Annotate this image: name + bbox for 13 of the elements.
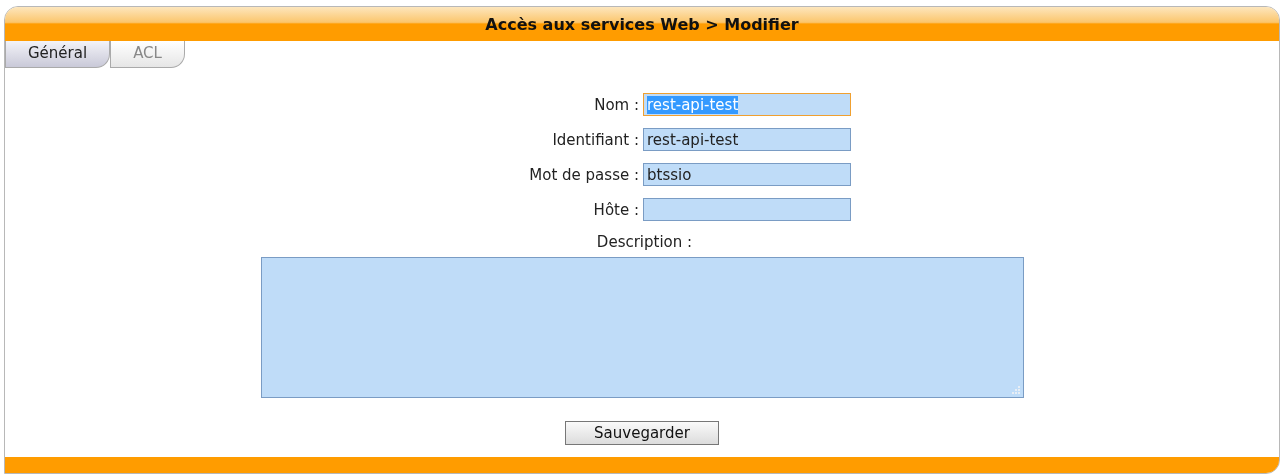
field-label: Hôte : [592, 200, 640, 219]
tab[interactable]: Général [5, 41, 111, 68]
input-field[interactable]: btssio [643, 163, 851, 186]
save-button[interactable]: Sauvegarder [565, 421, 719, 445]
input-field[interactable] [643, 198, 851, 221]
window-title: Accès aux services Web > Modifier [485, 14, 799, 34]
field-label: Nom : [593, 95, 640, 114]
resize-grip-icon[interactable] [1010, 385, 1021, 395]
field-label: Mot de passe : [528, 165, 640, 184]
description-field[interactable] [260, 257, 1024, 398]
input-field[interactable]: rest-api-test [643, 128, 851, 151]
field-label: Identifiant : [551, 130, 640, 149]
field-label: Description : [596, 233, 693, 251]
